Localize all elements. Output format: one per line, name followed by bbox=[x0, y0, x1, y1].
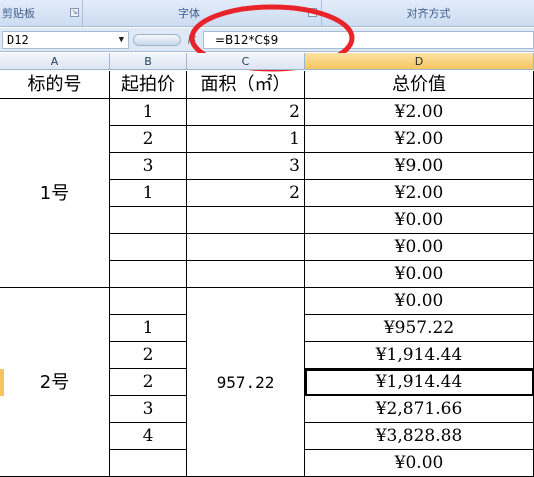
table-cell-d[interactable]: ¥0.00 bbox=[305, 207, 534, 234]
header-cell-lot[interactable]: 标的号 bbox=[0, 71, 110, 99]
column-header-c[interactable]: C bbox=[187, 53, 305, 70]
table-cell-d[interactable]: ¥2.00 bbox=[305, 99, 534, 126]
table-cell-c[interactable]: 2 bbox=[187, 180, 305, 207]
table-cell-d[interactable]: ¥1,914.44 bbox=[305, 342, 534, 369]
formula-bar-resize-handle[interactable] bbox=[133, 34, 181, 46]
lot-2-merged-cell[interactable]: 2号 bbox=[0, 288, 110, 477]
table-cell-d[interactable]: ¥2.00 bbox=[305, 180, 534, 207]
table-cell-b[interactable]: 1 bbox=[110, 180, 187, 207]
column-header-a[interactable]: A bbox=[0, 53, 110, 70]
table-cell-d[interactable]: ¥3,828.88 bbox=[305, 423, 534, 450]
font-dialog-launcher-icon[interactable]: ↘ bbox=[308, 8, 317, 17]
name-box[interactable]: D12 ▼ bbox=[2, 31, 129, 49]
table-cell-c[interactable] bbox=[187, 261, 305, 288]
table-cell-b[interactable] bbox=[110, 288, 187, 315]
table-cell-c[interactable] bbox=[187, 207, 305, 234]
table-cell-c[interactable]: 3 bbox=[187, 153, 305, 180]
table-cell-b[interactable]: 2 bbox=[110, 369, 187, 396]
table-cell-d[interactable]: ¥0.00 bbox=[305, 450, 534, 477]
alignment-group-label: 对齐方式 bbox=[406, 7, 451, 20]
spreadsheet-grid: 标的号 起拍价 面积（㎡） 总价值 1号 2号 957.22 1 2 ¥2.00… bbox=[0, 71, 534, 477]
table-cell-b[interactable]: 3 bbox=[110, 153, 187, 180]
header-cell-total-value[interactable]: 总价值 bbox=[305, 71, 534, 99]
name-box-value: D12 bbox=[7, 33, 29, 47]
formula-input[interactable]: =B12*C$9 bbox=[203, 31, 534, 49]
table-cell-c[interactable] bbox=[187, 234, 305, 261]
table-cell-b[interactable] bbox=[110, 207, 187, 234]
table-cell-c[interactable]: 1 bbox=[187, 126, 305, 153]
column-header-d[interactable]: D bbox=[305, 53, 534, 70]
lot-1-merged-cell[interactable]: 1号 bbox=[0, 99, 110, 288]
table-cell-d[interactable]: ¥957.22 bbox=[305, 315, 534, 342]
ribbon-group-bar: 剪贴板 ↘ 字体 ↘ 对齐方式 bbox=[0, 0, 534, 27]
insert-function-icon[interactable]: fx bbox=[188, 32, 196, 44]
table-cell-b[interactable]: 1 bbox=[110, 315, 187, 342]
formula-bar: D12 ▼ fx =B12*C$9 bbox=[0, 28, 534, 52]
header-cell-area[interactable]: 面积（㎡） bbox=[187, 71, 305, 99]
table-cell-d[interactable]: ¥9.00 bbox=[305, 153, 534, 180]
table-cell-b[interactable]: 2 bbox=[110, 342, 187, 369]
chevron-down-icon[interactable]: ▼ bbox=[119, 32, 124, 48]
table-cell-d[interactable]: ¥2.00 bbox=[305, 126, 534, 153]
table-cell-d[interactable]: ¥0.00 bbox=[305, 261, 534, 288]
ribbon-group-font: 字体 ↘ bbox=[84, 0, 322, 27]
column-header-b[interactable]: B bbox=[110, 53, 187, 70]
clipboard-group-label: 剪贴板 bbox=[2, 7, 35, 20]
clipboard-dialog-launcher-icon[interactable]: ↘ bbox=[70, 8, 79, 17]
active-cell-d12[interactable]: ¥1,914.44 bbox=[305, 369, 534, 396]
table-cell-c[interactable]: 2 bbox=[187, 99, 305, 126]
lot-2-area-merged-cell[interactable]: 957.22 bbox=[187, 288, 305, 477]
header-cell-start-price[interactable]: 起拍价 bbox=[110, 71, 187, 99]
table-cell-b[interactable] bbox=[110, 234, 187, 261]
table-cell-b[interactable]: 2 bbox=[110, 126, 187, 153]
table-cell-b[interactable] bbox=[110, 450, 187, 477]
ribbon-group-clipboard: 剪贴板 ↘ bbox=[0, 0, 83, 27]
table-cell-b[interactable]: 4 bbox=[110, 423, 187, 450]
table-cell-d[interactable]: ¥2,871.66 bbox=[305, 396, 534, 423]
table-cell-b[interactable]: 1 bbox=[110, 99, 187, 126]
font-group-label: 字体 bbox=[178, 7, 200, 20]
table-cell-d[interactable]: ¥0.00 bbox=[305, 234, 534, 261]
table-cell-b[interactable]: 3 bbox=[110, 396, 187, 423]
table-cell-d[interactable]: ¥0.00 bbox=[305, 288, 534, 315]
ribbon-group-alignment: 对齐方式 bbox=[323, 0, 534, 27]
table-cell-b[interactable] bbox=[110, 261, 187, 288]
active-row-indicator bbox=[0, 369, 4, 396]
